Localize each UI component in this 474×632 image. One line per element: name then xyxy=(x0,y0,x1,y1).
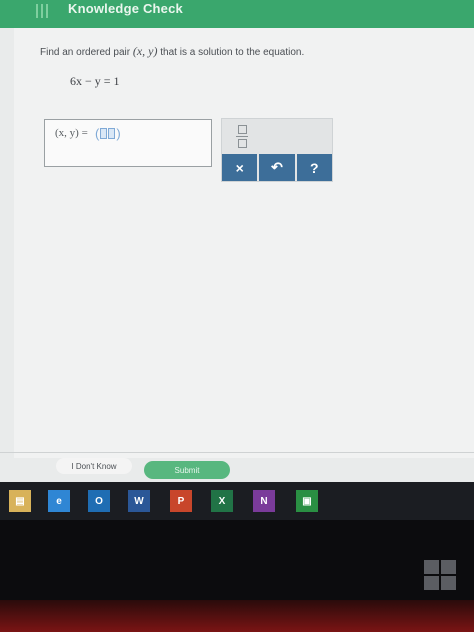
word-icon[interactable]: W xyxy=(128,490,150,512)
question-prefix: Find an ordered pair xyxy=(40,47,131,58)
answer-box[interactable]: (x, y) = ( ) xyxy=(44,119,212,167)
windows-logo-icon xyxy=(424,560,456,590)
outlook-icon[interactable]: O xyxy=(88,490,110,512)
store-icon[interactable]: ▣ xyxy=(296,490,318,512)
page-title: Knowledge Check xyxy=(68,1,183,16)
answer-label: (x, y) = xyxy=(55,127,88,139)
undo-button[interactable]: ↶ xyxy=(259,154,295,181)
y-slot[interactable] xyxy=(108,127,116,139)
denominator-box-icon xyxy=(237,138,247,148)
help-button[interactable]: ? xyxy=(296,154,332,181)
header-bar: Knowledge Check xyxy=(0,0,474,28)
clear-button[interactable]: × xyxy=(222,154,258,181)
desk-reflection xyxy=(0,600,474,632)
paren-right-icon: ) xyxy=(116,125,121,141)
numerator-box-icon xyxy=(237,124,247,134)
powerpoint-icon[interactable]: P xyxy=(170,490,192,512)
fraction-bar-icon xyxy=(236,135,248,137)
menu-icon[interactable] xyxy=(36,4,48,18)
math-palette: × ↶ ? xyxy=(221,118,333,182)
footer-divider xyxy=(0,452,474,453)
internet-explorer-icon[interactable]: e xyxy=(48,490,70,512)
file-explorer-icon[interactable]: ▤ xyxy=(9,490,31,512)
question-suffix: that is a solution to the equation. xyxy=(160,47,305,58)
palette-keys: × ↶ ? xyxy=(222,154,332,181)
question-text: Find an ordered pair (x, y) that is a so… xyxy=(40,44,304,59)
paren-left-icon: ( xyxy=(95,125,100,141)
fraction-button[interactable] xyxy=(228,121,256,151)
submit-button[interactable]: Submit xyxy=(144,461,230,479)
ordered-pair-input[interactable]: ( ) xyxy=(95,125,125,141)
screen: Knowledge Check Find an ordered pair (x,… xyxy=(0,0,474,482)
dont-know-button[interactable]: I Don't Know xyxy=(56,458,132,474)
question-panel xyxy=(14,28,474,458)
question-pair: (x, y) xyxy=(132,44,158,58)
onenote-icon[interactable]: N xyxy=(253,490,275,512)
taskbar: ▤ e O W P X N ▣ xyxy=(0,482,474,520)
x-slot[interactable] xyxy=(100,127,108,139)
equation: 6x − y = 1 xyxy=(70,74,120,88)
excel-icon[interactable]: X xyxy=(211,490,233,512)
